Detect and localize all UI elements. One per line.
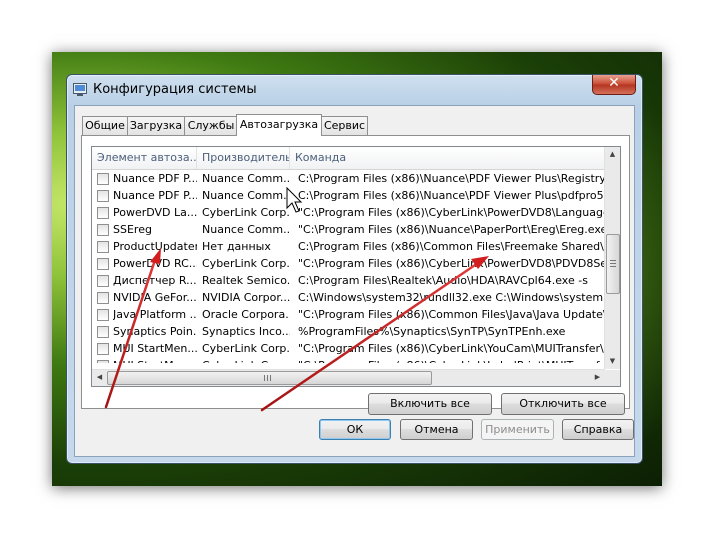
startup-item-command: %ProgramFiles%\Synaptics\SynTP\SynTPEnh.… [298,325,566,338]
startup-item-manufacturer: Synaptics Inco... [202,325,290,338]
startup-item-checkbox[interactable] [97,207,109,219]
startup-item-name: Nuance PDF P... [113,172,197,185]
startup-item-checkbox[interactable] [97,275,109,287]
table-row[interactable]: NVIDIA GeFor... NVIDIA Corpor... C:\Window… [92,289,605,306]
scrollbar-corner [605,370,620,386]
startup-item-manufacturer: NVIDIA Corpor... [202,291,290,304]
startup-item-name: ProductUpdater [113,240,197,253]
table-row[interactable]: MUI StartMen... CyberLink Corp. "C:\Progra… [92,357,605,363]
startup-item-name: MUI StartMen... [113,357,197,363]
enable-all-button[interactable]: Включить все [368,393,492,415]
table-row[interactable]: PowerDVD RC... CyberLink Corp. "C:\Program… [92,255,605,272]
startup-item-checkbox[interactable] [97,258,109,270]
startup-item-name: Nuance PDF P... [113,189,197,202]
startup-item-command: "C:\Program Files (x86)\Common Files\Jav… [298,308,604,321]
scroll-right-arrow-icon[interactable]: ▶ [590,370,605,385]
startup-item-command: C:\Program Files\Realtek\Audio\HDA\RAVCp… [298,274,588,287]
startup-item-manufacturer: CyberLink Corp. [202,257,290,270]
startup-item-name: Java Platform ... [113,308,197,321]
msconfig-icon [73,83,87,96]
column-header-manufacturer[interactable]: Производитель [197,147,290,169]
startup-item-name: MUI StartMen... [113,342,197,355]
startup-item-command: C:\Program Files (x86)\Nuance\PDF Viewer… [298,172,604,185]
startup-item-command: C:\Program Files (x86)\Nuance\PDF Viewer… [298,189,604,202]
startup-item-command: "C:\Program Files (x86)\CyberLink\PowerD… [298,257,604,270]
startup-item-checkbox[interactable] [97,224,109,236]
dialog-client-area: Общие Загрузка Службы Автозагрузка Серви… [74,105,635,457]
startup-item-checkbox[interactable] [97,173,109,185]
table-row[interactable]: Диспетчер R... Realtek Semico... C:\Progra… [92,272,605,289]
column-header-item[interactable]: Элемент автоза... [92,147,197,169]
startup-item-name: NVIDIA GeFor... [113,291,197,304]
close-icon: ✕ [608,75,620,91]
startup-item-name: Диспетчер R... [113,274,197,287]
startup-item-name: SSEreg [113,223,152,236]
tab-boot[interactable]: Загрузка [127,116,185,135]
startup-tab-panel: Элемент автоза... Производитель Команда … [81,135,630,415]
startup-item-name: PowerDVD La... [113,206,197,219]
startup-item-manufacturer: CyberLink Corp. [202,206,290,219]
tab-general[interactable]: Общие [82,116,128,135]
table-row[interactable]: Nuance PDF P... Nuance Comm... C:\Program … [92,170,605,187]
scroll-down-arrow-icon[interactable]: ▼ [605,354,620,369]
table-row[interactable]: PowerDVD La... CyberLink Corp. "C:\Program… [92,204,605,221]
system-config-window: Конфигурация системы ✕ Общие Загрузка Сл… [66,74,643,464]
startup-item-manufacturer: Nuance Comm... [202,172,290,185]
startup-item-checkbox[interactable] [97,360,109,363]
table-row[interactable]: ProductUpdater Нет данных C:\Program Files… [92,238,605,255]
apply-button[interactable]: Применить [481,419,554,440]
startup-item-name: Synaptics Poin... [113,325,197,338]
startup-item-checkbox[interactable] [97,292,109,304]
ok-button[interactable]: ОК [319,419,391,440]
startup-item-command: "C:\Program Files (x86)\CyberLink\LabelP… [298,357,604,363]
startup-item-command: "C:\Program Files (x86)\CyberLink\PowerD… [298,206,604,219]
horizontal-scroll-thumb[interactable] [107,371,432,385]
tab-services[interactable]: Службы [184,116,238,135]
startup-item-checkbox[interactable] [97,309,109,321]
cancel-button[interactable]: Отмена [400,419,473,440]
table-row[interactable]: SSEreg Nuance Comm... "C:\Program Files (x… [92,221,605,238]
close-button[interactable]: ✕ [592,75,636,95]
table-row[interactable]: MUI StartMen... CyberLink Corp. "C:\Progra… [92,340,605,357]
help-button[interactable]: Справка [562,419,634,440]
startup-item-manufacturer: Nuance Comm... [202,223,290,236]
scroll-up-arrow-icon[interactable]: ▲ [605,147,620,162]
startup-item-checkbox[interactable] [97,343,109,355]
startup-items-list: Элемент автоза... Производитель Команда … [91,146,621,387]
horizontal-scrollbar[interactable]: ◀ ▶ [92,369,605,386]
list-header: Элемент автоза... Производитель Команда [92,147,605,170]
list-rows: Nuance PDF P... Nuance Comm... C:\Program … [92,170,605,363]
startup-item-checkbox[interactable] [97,326,109,338]
tab-startup[interactable]: Автозагрузка [236,114,322,136]
startup-item-command: "C:\Program Files (x86)\Nuance\PaperPort… [298,223,604,236]
startup-item-manufacturer: Realtek Semico... [202,274,290,287]
startup-item-manufacturer: CyberLink Corp. [202,342,290,355]
table-row[interactable]: Nuance PDF P... Nuance Comm... C:\Program … [92,187,605,204]
column-header-command[interactable]: Команда [290,147,605,169]
startup-item-manufacturer: Oracle Corpora... [202,308,290,321]
disable-all-button[interactable]: Отключить все [501,393,625,415]
table-row[interactable]: Synaptics Poin... Synaptics Inco... %Progr… [92,323,605,340]
window-title: Конфигурация системы [93,82,257,97]
vertical-scrollbar[interactable]: ▲ ▼ [604,147,620,369]
startup-item-manufacturer: CyberLink Corp. [202,357,290,363]
startup-item-name: PowerDVD RC... [113,257,197,270]
startup-item-checkbox[interactable] [97,190,109,202]
startup-item-checkbox[interactable] [97,241,109,253]
startup-item-command: "C:\Program Files (x86)\CyberLink\YouCam… [298,342,604,355]
startup-item-manufacturer: Nuance Comm... [202,189,290,202]
tab-tools[interactable]: Сервис [321,116,368,135]
vertical-scroll-thumb[interactable] [606,234,620,294]
scroll-left-arrow-icon[interactable]: ◀ [92,370,107,385]
table-row[interactable]: Java Platform ... Oracle Corpora... "C:\Pr… [92,306,605,323]
title-bar[interactable]: Конфигурация системы ✕ [67,75,642,105]
startup-item-manufacturer: Нет данных [202,240,271,253]
startup-item-command: C:\Windows\system32\rundll32.exe C:\Wind… [298,291,604,304]
startup-item-command: C:\Program Files (x86)\Common Files\Free… [298,240,604,253]
